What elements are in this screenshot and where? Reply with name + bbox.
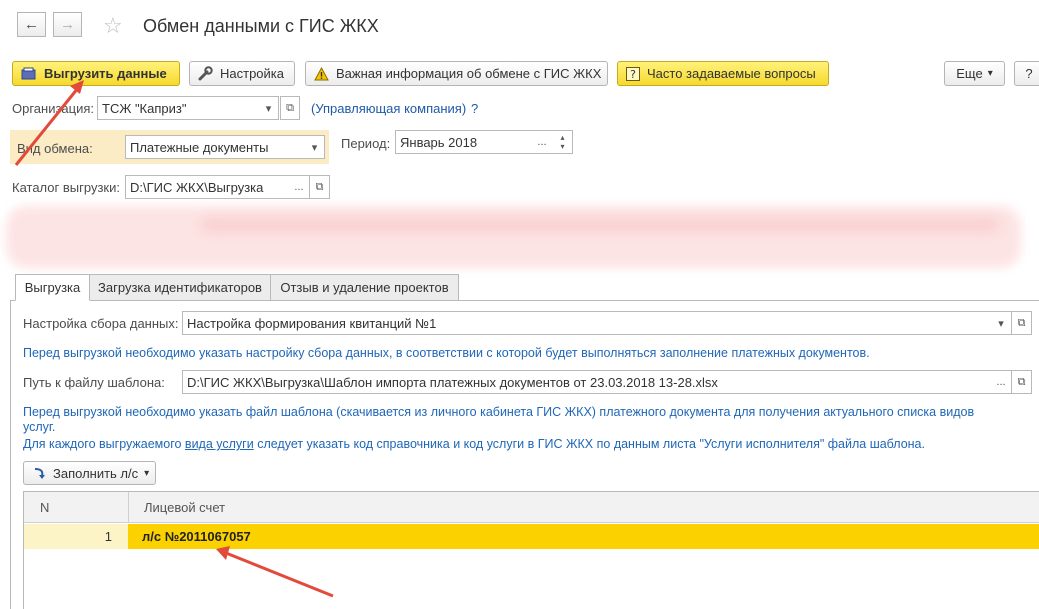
- template-path-label: Путь к файлу шаблона:: [23, 375, 165, 390]
- period-select-button[interactable]: ...: [531, 130, 554, 154]
- export-icon: [21, 67, 37, 81]
- open-window-icon: ⧉: [315, 180, 324, 193]
- info-template-line1: Перед выгрузкой необходимо указать файл …: [23, 405, 975, 419]
- chevron-down-icon: ▾: [144, 467, 150, 479]
- forward-button[interactable]: →: [53, 12, 82, 37]
- catalog-label: Каталог выгрузки:: [12, 180, 120, 195]
- column-divider: [128, 492, 129, 523]
- row-account-cell: л/с №2011067057: [128, 524, 1039, 549]
- organization-label: Организация:: [12, 101, 95, 116]
- catalog-open-button[interactable]: ⧉: [310, 175, 330, 199]
- tab-export[interactable]: Выгрузка: [15, 274, 90, 301]
- chevron-down-icon: ▾: [987, 68, 993, 79]
- catalog-select-button[interactable]: ...: [289, 175, 310, 199]
- organization-field[interactable]: ТСЖ "Каприз": [97, 96, 260, 120]
- important-info-button[interactable]: Важная информация об обмене с ГИС ЖКХ: [305, 61, 608, 86]
- template-path-field[interactable]: D:\ГИС ЖКХ\Выгрузка\Шаблон импорта плате…: [182, 370, 992, 394]
- organization-dropdown[interactable]: ▾: [259, 96, 279, 120]
- service-type-link[interactable]: вида услуги: [185, 437, 254, 451]
- catalog-field[interactable]: D:\ГИС ЖКХ\Выгрузка: [125, 175, 290, 199]
- exchange-type-field[interactable]: Платежные документы: [125, 135, 306, 159]
- info-service: Для каждого выгружаемого вида услуги сле…: [23, 437, 925, 451]
- arrow-right-icon: →: [60, 16, 75, 33]
- more-button[interactable]: Еще ▾: [944, 61, 1005, 86]
- data-collection-open-button[interactable]: ⧉: [1012, 311, 1032, 335]
- back-button[interactable]: ←: [17, 12, 46, 37]
- warning-icon: [314, 66, 329, 81]
- open-window-icon: ⧉: [1017, 375, 1026, 388]
- chevron-down-icon: ▾: [265, 102, 272, 115]
- organization-open-button[interactable]: ⧉: [280, 96, 300, 120]
- help-button[interactable]: ?: [1014, 61, 1039, 86]
- redacted-text: [200, 218, 1000, 232]
- export-data-button[interactable]: Выгрузить данные: [12, 61, 180, 86]
- favorite-star-icon[interactable]: ☆: [103, 13, 123, 39]
- page-title: Обмен данными с ГИС ЖКХ: [143, 16, 379, 36]
- info-template-line2: услуг.: [23, 420, 56, 434]
- period-label: Период:: [341, 136, 391, 151]
- info-data-collection: Перед выгрузкой необходимо указать настр…: [23, 346, 870, 360]
- template-path-select-button[interactable]: ...: [991, 370, 1012, 394]
- period-spinner[interactable]: ▴ ▾: [553, 130, 573, 154]
- question-icon: ?: [626, 66, 640, 81]
- open-window-icon: ⧉: [286, 101, 294, 114]
- data-collection-dropdown[interactable]: ▾: [991, 311, 1012, 335]
- tab-revoke-projects[interactable]: Отзыв и удаление проектов: [270, 274, 459, 301]
- table-row[interactable]: 1 л/с №2011067057: [24, 524, 1039, 549]
- svg-text:?: ?: [630, 68, 636, 81]
- management-company-help[interactable]: ?: [471, 101, 478, 116]
- settings-button[interactable]: Настройка: [189, 61, 295, 86]
- row-n-cell: 1: [24, 524, 128, 549]
- open-window-icon: ⧉: [1017, 316, 1026, 329]
- tab-load-identifiers[interactable]: Загрузка идентификаторов: [89, 274, 271, 301]
- wrench-icon: [198, 66, 213, 81]
- chevron-down-icon: ▾: [311, 141, 318, 154]
- data-collection-label: Настройка сбора данных:: [23, 316, 179, 331]
- fill-arrow-icon: [32, 466, 46, 480]
- chevron-down-icon: ▾: [998, 317, 1004, 330]
- column-header-n[interactable]: N: [40, 500, 49, 515]
- fill-accounts-button[interactable]: Заполнить л/с ▾: [23, 461, 156, 485]
- exchange-type-label: Вид обмена:: [17, 141, 93, 156]
- exchange-type-dropdown[interactable]: ▾: [305, 135, 325, 159]
- period-field[interactable]: Январь 2018: [395, 130, 532, 154]
- redacted-area: [6, 206, 1021, 268]
- chevron-up-icon: ▴: [560, 133, 565, 142]
- arrow-left-icon: ←: [24, 16, 39, 33]
- accounts-table: N Лицевой счет 1 л/с №2011067057: [23, 491, 1039, 609]
- data-collection-field[interactable]: Настройка формирования квитанций №1: [182, 311, 992, 335]
- column-header-account[interactable]: Лицевой счет: [144, 500, 225, 515]
- table-header: N Лицевой счет: [24, 492, 1039, 523]
- management-company-link[interactable]: (Управляющая компания): [311, 101, 466, 116]
- chevron-down-icon: ▾: [560, 142, 565, 151]
- faq-button[interactable]: ? Часто задаваемые вопросы: [617, 61, 829, 86]
- template-path-open-button[interactable]: ⧉: [1012, 370, 1032, 394]
